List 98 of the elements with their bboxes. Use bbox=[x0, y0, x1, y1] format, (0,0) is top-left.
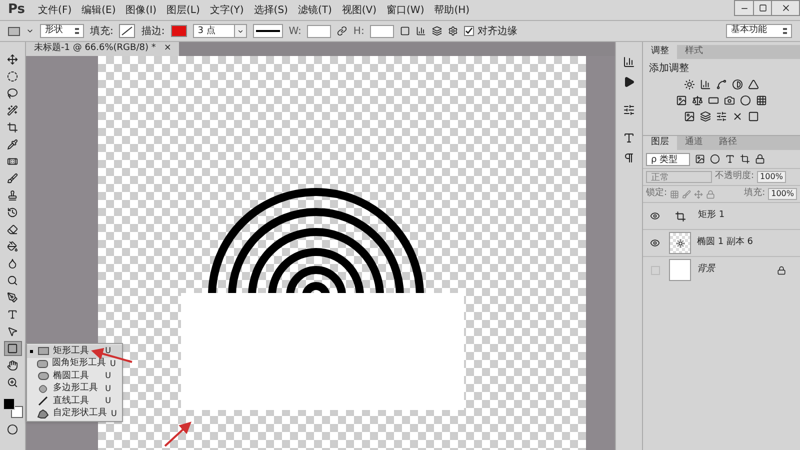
filter-select[interactable]: ρ 类型 bbox=[646, 152, 690, 166]
settings-icon[interactable] bbox=[448, 26, 458, 36]
triangle-icon[interactable] bbox=[748, 79, 759, 90]
grid-icon[interactable] bbox=[756, 95, 767, 106]
maximize-icon bbox=[758, 4, 766, 12]
close-tab-icon[interactable]: × bbox=[164, 42, 172, 56]
fill-label: 填充: bbox=[744, 187, 766, 200]
blob-shape-icon bbox=[37, 408, 49, 419]
character-icon[interactable] bbox=[623, 132, 635, 144]
checkmark-icon bbox=[465, 27, 474, 35]
stroke-label: 描边: bbox=[141, 24, 165, 38]
paragraph-icon[interactable] bbox=[623, 152, 635, 164]
menu-item[interactable]: 视图(V) bbox=[336, 2, 382, 18]
sun-icon[interactable] bbox=[684, 79, 695, 90]
menu-item[interactable]: 多边形工具 U bbox=[27, 382, 122, 395]
layer-name: 背景 bbox=[697, 263, 715, 276]
layers-icon[interactable] bbox=[700, 111, 711, 122]
annotation-arrow bbox=[164, 422, 192, 447]
stroke-style-dropdown[interactable] bbox=[252, 24, 283, 38]
fill-field[interactable]: 100% bbox=[768, 188, 797, 200]
polygon-icon bbox=[38, 383, 48, 394]
menu-item[interactable]: 帮助(H) bbox=[429, 2, 475, 18]
play-icon[interactable] bbox=[623, 76, 635, 88]
stroke-width-field[interactable]: 3 点 bbox=[192, 24, 247, 38]
opacity-field[interactable]: 100% bbox=[757, 171, 786, 183]
menu-item[interactable]: 文字(Y) bbox=[204, 2, 249, 18]
rectangle-tool-icon[interactable] bbox=[8, 26, 20, 36]
rectangle-icon[interactable] bbox=[4, 341, 22, 356]
menu-item[interactable]: 直线工具 U bbox=[27, 395, 122, 408]
layer-thumbnail bbox=[669, 259, 691, 281]
curve-icon[interactable] bbox=[716, 79, 727, 90]
no-fill-swatch[interactable] bbox=[119, 24, 136, 38]
mode-select[interactable]: 形状 bbox=[40, 24, 84, 38]
layer-name: 椭圆 1 副本 6 bbox=[697, 236, 754, 250]
panel-tab[interactable]: 图层 bbox=[643, 136, 677, 150]
width-field[interactable] bbox=[307, 24, 332, 38]
menu-item[interactable]: 文件(F) bbox=[33, 2, 77, 18]
lock-icon[interactable] bbox=[755, 154, 765, 164]
stroke-color-swatch[interactable] bbox=[170, 25, 187, 37]
layer-row[interactable]: 椭圆 1 副本 6 bbox=[643, 229, 800, 256]
height-label: H: bbox=[353, 24, 364, 38]
menu-item[interactable]: 图层(L) bbox=[162, 2, 205, 18]
document-tab[interactable]: 未标题-1 @ 66.6%(RGB/8) * × bbox=[26, 42, 180, 56]
histogram-icon[interactable] bbox=[623, 56, 635, 68]
workspace-select[interactable]: 基本功能 bbox=[726, 24, 792, 38]
bar-chart-icon[interactable] bbox=[700, 79, 711, 90]
menu-item[interactable]: 矩形工具 U bbox=[27, 345, 122, 358]
rectangle-icon[interactable] bbox=[708, 95, 719, 106]
fill-label: 填充: bbox=[90, 24, 114, 38]
align-icon[interactable] bbox=[416, 26, 426, 36]
caret-icon[interactable] bbox=[26, 27, 34, 35]
panel-heading: 添加调整 bbox=[648, 62, 690, 76]
cross-icon[interactable] bbox=[732, 111, 743, 122]
sliders-icon[interactable] bbox=[623, 104, 635, 116]
crop-icon[interactable] bbox=[740, 154, 750, 164]
image-icon[interactable] bbox=[695, 154, 705, 164]
menu-item[interactable]: 窗口(W) bbox=[382, 2, 430, 18]
eye-icon[interactable] bbox=[650, 211, 660, 221]
menu-item[interactable]: 编辑(E) bbox=[76, 2, 121, 18]
image-icon[interactable] bbox=[684, 111, 695, 122]
lock-label: 锁定: bbox=[646, 187, 668, 200]
menu-item[interactable]: 圆角矩形工具 U bbox=[27, 358, 122, 370]
contrast-icon[interactable] bbox=[732, 79, 743, 90]
caret-icon bbox=[236, 28, 244, 34]
circle-icon[interactable] bbox=[710, 154, 720, 164]
shape-layer-icon bbox=[675, 210, 686, 222]
menu-item[interactable]: 图像(I) bbox=[120, 2, 162, 18]
path-operation-icon[interactable] bbox=[400, 26, 410, 36]
panel-tab[interactable]: 调整 bbox=[643, 45, 677, 59]
menu-item[interactable]: 自定形状工具 U bbox=[27, 408, 122, 420]
app-logo: Ps bbox=[7, 1, 26, 20]
image-icon[interactable] bbox=[676, 95, 687, 106]
width-label: W: bbox=[288, 24, 302, 38]
close-icon bbox=[780, 3, 790, 13]
menu-item[interactable]: 椭圆工具 U bbox=[27, 370, 122, 382]
height-field[interactable] bbox=[370, 24, 394, 38]
arrange-icon[interactable] bbox=[432, 26, 442, 36]
opacity-label: 不透明度: bbox=[715, 170, 754, 184]
layer-name: 矩形 1 bbox=[698, 209, 725, 222]
layer-row[interactable]: 背景 bbox=[643, 256, 800, 283]
quick-mask-icon[interactable] bbox=[7, 424, 18, 435]
square-icon[interactable] bbox=[748, 111, 759, 122]
camera-icon[interactable] bbox=[724, 95, 735, 106]
color-swatches[interactable] bbox=[2, 398, 22, 418]
line-icon bbox=[38, 396, 48, 406]
visibility-toggle[interactable] bbox=[650, 266, 660, 274]
menu-item[interactable]: 选择(S) bbox=[248, 2, 293, 18]
sliders-icon[interactable] bbox=[716, 111, 727, 122]
scale-icon[interactable] bbox=[692, 95, 703, 106]
circle-icon[interactable] bbox=[740, 95, 751, 106]
align-edges-checkbox[interactable]: 对齐边缘 bbox=[464, 24, 518, 38]
type-icon[interactable] bbox=[725, 154, 735, 164]
eye-icon[interactable] bbox=[650, 238, 660, 248]
layer-row[interactable]: 矩形 1 bbox=[643, 202, 800, 229]
menu-item[interactable]: 滤镜(T) bbox=[292, 2, 337, 18]
link-icon[interactable] bbox=[337, 26, 348, 36]
layer-thumbnail bbox=[669, 232, 691, 254]
rectangle-icon bbox=[38, 347, 48, 356]
